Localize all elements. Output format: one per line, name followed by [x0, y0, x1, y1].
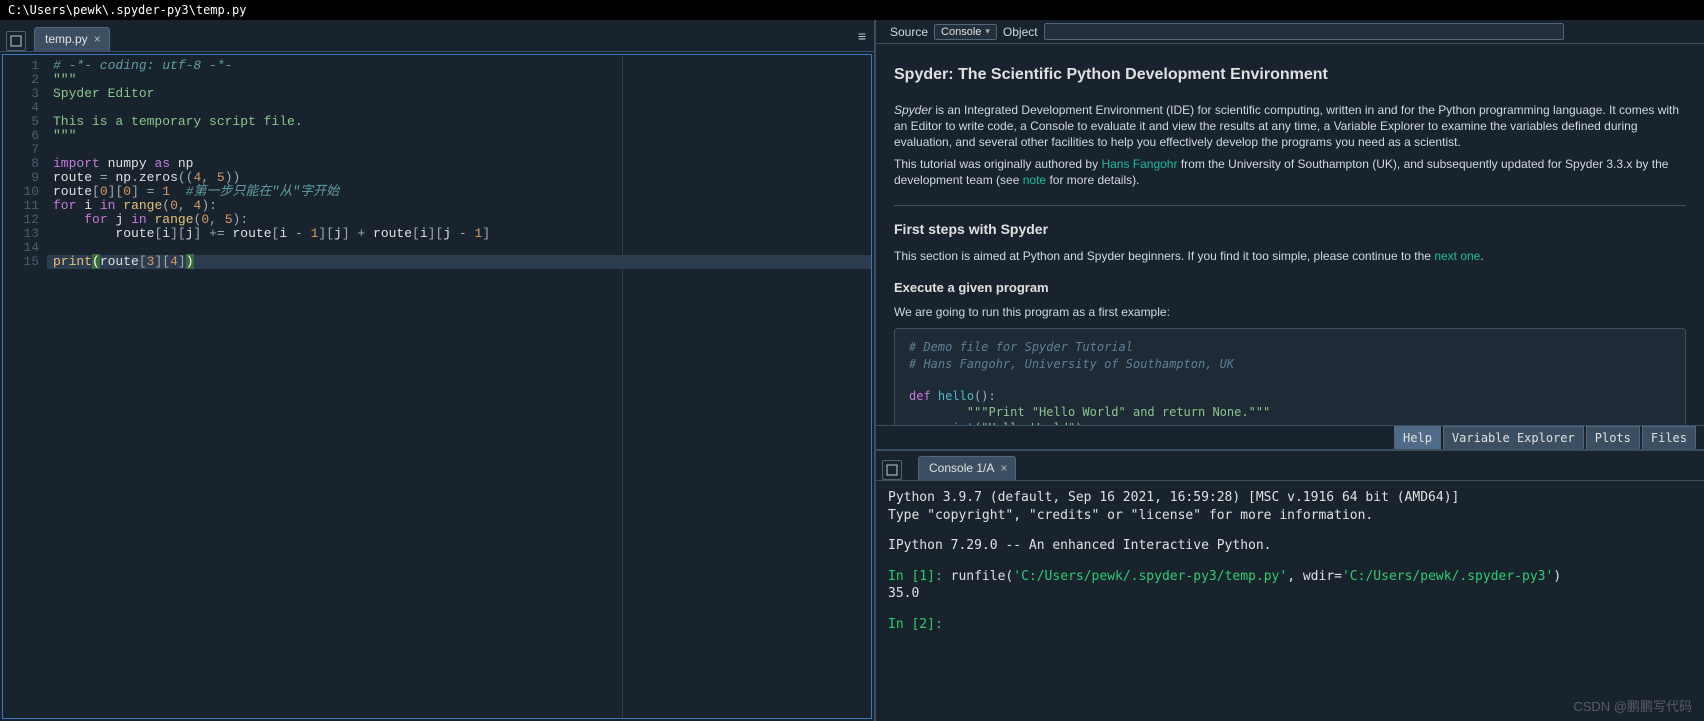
help-para1: Spyder is an Integrated Development Envi…: [894, 102, 1686, 151]
console-tabbar: Console 1/A ×: [876, 451, 1704, 481]
browse-console-tabs-icon[interactable]: [882, 460, 902, 480]
console-tab-1a[interactable]: Console 1/A ×: [918, 456, 1016, 480]
editor-tab-label: temp.py: [45, 32, 88, 46]
object-input[interactable]: [1044, 23, 1564, 40]
tab-plots[interactable]: Plots: [1586, 426, 1640, 449]
help-h3: Execute a given program: [894, 279, 1686, 297]
help-content[interactable]: Spyder: The Scientific Python Developmen…: [876, 44, 1704, 425]
console-line: Python 3.9.7 (default, Sep 16 2021, 16:5…: [888, 489, 1692, 507]
note-link[interactable]: note: [1023, 173, 1046, 187]
hamburger-icon[interactable]: ≡: [858, 28, 866, 44]
author-link[interactable]: Hans Fangohr: [1101, 157, 1177, 171]
tab-help[interactable]: Help: [1394, 426, 1441, 449]
source-label: Source: [890, 25, 928, 39]
browse-tabs-icon[interactable]: [6, 31, 26, 51]
editor-pane: temp.py × ≡ 123456789101112131415 # -*- …: [0, 20, 876, 721]
ruler-line: [622, 55, 623, 718]
console-in-2[interactable]: In [2]:: [888, 616, 1692, 634]
help-toolbar: Source Console▾ Object: [876, 20, 1704, 44]
help-h2: First steps with Spyder: [894, 205, 1686, 239]
console-line: IPython 7.29.0 -- An enhanced Interactiv…: [888, 537, 1692, 555]
help-bottom-tabs: Help Variable Explorer Plots Files: [876, 425, 1704, 449]
window-titlebar: C:\Users\pewk\.spyder-py3\temp.py: [0, 0, 1704, 20]
window-title: C:\Users\pewk\.spyder-py3\temp.py: [8, 3, 246, 17]
code-area[interactable]: # -*- coding: utf-8 -*- """ Spyder Edito…: [47, 55, 871, 718]
object-label: Object: [1003, 25, 1038, 39]
help-para3: This section is aimed at Python and Spyd…: [894, 248, 1686, 264]
line-number-gutter: 123456789101112131415: [3, 55, 47, 718]
source-dropdown[interactable]: Console▾: [934, 24, 997, 40]
console-line: Type "copyright", "credits" or "license"…: [888, 507, 1692, 525]
help-para4: We are going to run this program as a fi…: [894, 304, 1686, 320]
console-tab-label: Console 1/A: [929, 461, 994, 475]
watermark: CSDN @鹏鹏写代码: [1573, 696, 1692, 715]
editor-tab-temp[interactable]: temp.py ×: [34, 27, 110, 51]
next-one-link[interactable]: next one: [1434, 249, 1480, 263]
ipython-console-pane: Console 1/A × Python 3.9.7 (default, Sep…: [876, 449, 1704, 721]
help-title: Spyder: The Scientific Python Developmen…: [894, 64, 1686, 86]
tab-files[interactable]: Files: [1642, 426, 1696, 449]
help-para2: This tutorial was originally authored by…: [894, 156, 1686, 188]
close-icon[interactable]: ×: [94, 32, 101, 46]
help-code-block: # Demo file for Spyder Tutorial # Hans F…: [894, 328, 1686, 425]
console-out-1: 35.0: [888, 585, 1692, 603]
close-icon[interactable]: ×: [1000, 461, 1007, 475]
console-in-1: In [1]: runfile('C:/Users/pewk/.spyder-p…: [888, 568, 1692, 586]
chevron-down-icon: ▾: [985, 26, 990, 37]
editor-tabbar: temp.py × ≡: [0, 20, 874, 52]
code-editor[interactable]: 123456789101112131415 # -*- coding: utf-…: [2, 54, 872, 719]
tab-variable-explorer[interactable]: Variable Explorer: [1443, 426, 1584, 449]
right-pane: Source Console▾ Object Spyder: The Scien…: [876, 20, 1704, 721]
console-output[interactable]: Python 3.9.7 (default, Sep 16 2021, 16:5…: [876, 481, 1704, 721]
